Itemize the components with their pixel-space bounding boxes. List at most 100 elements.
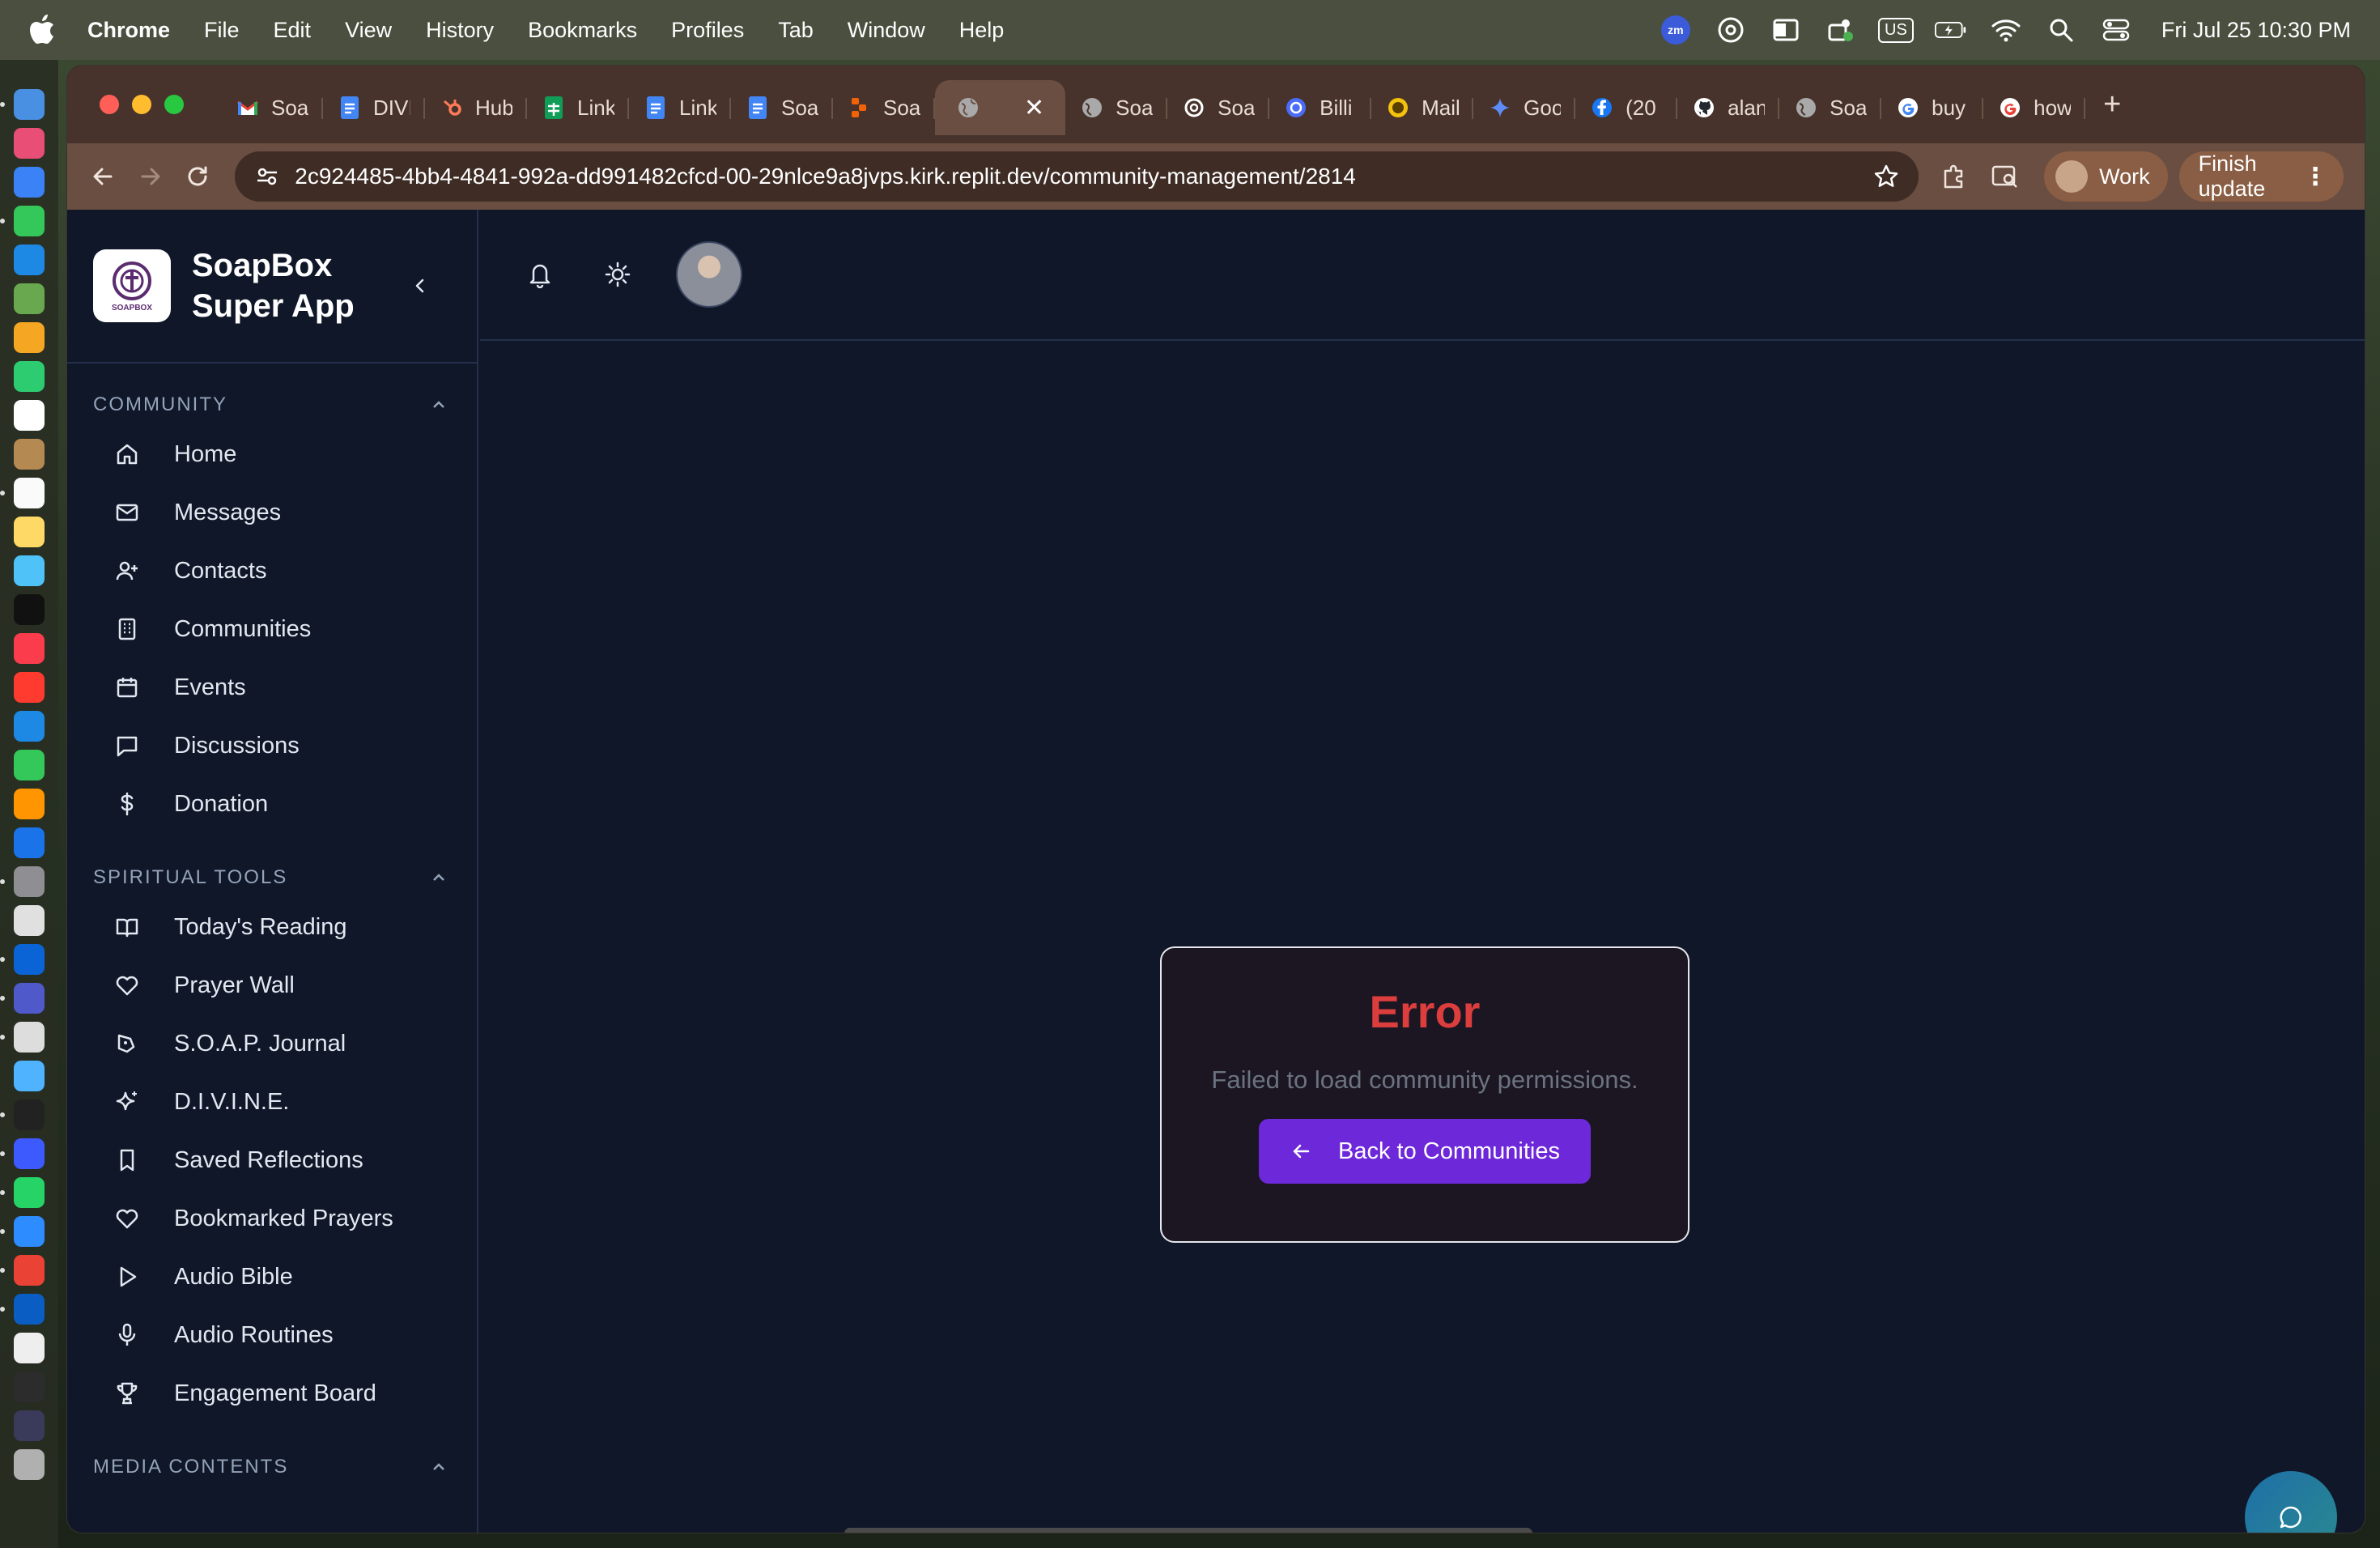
browser-tab[interactable]: how [1983, 80, 2086, 135]
sidebar-item-engagement-board[interactable]: Engagement Board [67, 1364, 477, 1423]
browser-tab[interactable]: Soa [731, 80, 833, 135]
minimize-window-button[interactable] [132, 95, 151, 114]
reload-icon[interactable] [183, 157, 212, 196]
sidebar-item-communities[interactable]: Communities [67, 600, 477, 658]
browser-tab[interactable]: Billi [1269, 80, 1372, 135]
menu-help[interactable]: Help [959, 18, 1005, 43]
maps-icon[interactable] [14, 283, 45, 314]
facetime-icon[interactable] [14, 361, 45, 392]
outlook-status-icon[interactable] [1770, 14, 1802, 46]
messages-app-icon[interactable] [0, 206, 45, 236]
browser-tab-active[interactable]: ✕ [935, 80, 1066, 135]
browser-tab[interactable]: Soa [833, 80, 935, 135]
apple-icon[interactable] [29, 14, 58, 46]
battery-icon[interactable] [1934, 14, 1967, 46]
chrome-app-icon[interactable] [0, 1255, 45, 1286]
browser-tab[interactable]: Link [629, 80, 731, 135]
keynote-icon[interactable] [14, 711, 45, 742]
site-settings-icon[interactable] [251, 160, 283, 193]
preview-icon[interactable] [0, 1022, 45, 1053]
profile-button[interactable]: Work [2044, 151, 2168, 202]
sidebar-item-soap-journal[interactable]: S.O.A.P. Journal [67, 1014, 477, 1073]
pages-icon[interactable] [14, 789, 45, 819]
user-avatar[interactable] [676, 241, 742, 308]
browser-tab[interactable]: buy [1881, 80, 1984, 135]
bell-icon[interactable] [521, 255, 559, 294]
whatsapp-icon[interactable] [0, 1177, 45, 1208]
menu-tab[interactable]: Tab [778, 18, 814, 43]
finish-update-button[interactable]: Finish update ⋮ [2178, 151, 2344, 202]
close-window-button[interactable] [100, 95, 119, 114]
numbers-icon[interactable] [14, 750, 45, 780]
mail-app-icon[interactable] [14, 245, 45, 275]
sidebar-item-prayer-wall[interactable]: Prayer Wall [67, 956, 477, 1014]
document-icon[interactable] [14, 1333, 45, 1363]
address-bar[interactable]: 2c924485-4bb4-4841-992a-dd991482cfcd-00-… [235, 151, 1919, 202]
menu-view[interactable]: View [345, 18, 392, 43]
browser-tab[interactable]: alan [1677, 80, 1780, 135]
tab-search-icon[interactable] [1991, 157, 2020, 196]
back-arrow-icon[interactable] [88, 157, 117, 196]
teams-app-icon[interactable] [0, 983, 45, 1014]
sidebar-item-events[interactable]: Events [67, 658, 477, 717]
utility-app-icon[interactable] [14, 905, 45, 936]
browser-tab[interactable]: Soa [1779, 80, 1882, 135]
sidebar-item-divine[interactable]: D.I.V.I.N.E. [67, 1073, 477, 1131]
music-icon[interactable] [14, 633, 45, 664]
horizontal-scrollbar[interactable] [844, 1528, 1532, 1533]
menu-history[interactable]: History [426, 18, 494, 43]
sidebar-item-donation[interactable]: Donation [67, 775, 477, 833]
window-preview-2-icon[interactable] [14, 1410, 45, 1441]
section-header-spiritual-tools[interactable]: SPIRITUAL TOOLS [67, 857, 477, 898]
trash-icon[interactable] [14, 1449, 45, 1480]
notes-icon[interactable] [14, 517, 45, 547]
calendar-app-icon[interactable] [14, 400, 45, 431]
section-header-media-contents[interactable]: MEDIA CONTENTS [67, 1447, 477, 1487]
outlook-app-icon[interactable] [0, 944, 45, 975]
menu-profiles[interactable]: Profiles [671, 18, 744, 43]
finder-alt-icon[interactable] [14, 1061, 45, 1091]
menu-edit[interactable]: Edit [274, 18, 312, 43]
browser-tab[interactable]: Soa [221, 80, 323, 135]
sidebar-item-messages[interactable]: Messages [67, 483, 477, 542]
menubar-clock[interactable]: Fri Jul 25 10:30 PM [2161, 18, 2351, 43]
system-settings-icon[interactable] [0, 866, 45, 897]
contacts-app-icon[interactable] [14, 439, 45, 470]
sidebar-item-bookmarked-prayers[interactable]: Bookmarked Prayers [67, 1189, 477, 1248]
sidebar-item-todays-reading[interactable]: Today's Reading [67, 898, 477, 956]
extensions-puzzle-icon[interactable] [1940, 157, 1969, 196]
at-sign-icon[interactable] [1715, 14, 1747, 46]
zoom-status-icon[interactable]: zm [1660, 14, 1692, 46]
menu-bookmarks[interactable]: Bookmarks [528, 18, 637, 43]
window-preview-icon[interactable] [14, 1372, 45, 1402]
browser-tab[interactable]: Soa [1167, 80, 1270, 135]
finder-icon[interactable] [0, 89, 45, 120]
freeform-icon[interactable] [14, 555, 45, 586]
forward-arrow-icon[interactable] [135, 157, 164, 196]
photos-icon[interactable] [14, 322, 45, 353]
menu-window[interactable]: Window [848, 18, 925, 43]
sidebar-item-discussions[interactable]: Discussions [67, 717, 477, 775]
bookmark-star-icon[interactable] [1870, 160, 1902, 193]
zoom-window-button[interactable] [164, 95, 184, 114]
close-tab-icon[interactable]: ✕ [1024, 94, 1044, 122]
browser-tab[interactable]: Mail [1371, 80, 1474, 135]
sidebar-item-audio-bible[interactable]: Audio Bible [67, 1248, 477, 1306]
safari-icon[interactable] [14, 167, 45, 198]
soapbox-logo[interactable]: SOAPBOX [93, 249, 171, 322]
sidebar-item-audio-routines[interactable]: Audio Routines [67, 1306, 477, 1364]
launchpad-icon[interactable] [14, 128, 45, 159]
browser-tab[interactable]: Goo [1473, 80, 1576, 135]
sidebar-item-home[interactable]: Home [67, 425, 477, 483]
back-to-communities-button[interactable]: Back to Communities [1259, 1119, 1591, 1184]
news-icon[interactable] [14, 672, 45, 703]
teams-status-icon[interactable] [1825, 14, 1857, 46]
new-tab-button[interactable]: + [2103, 87, 2121, 122]
browser-tab[interactable]: (20 [1575, 80, 1678, 135]
signal-icon[interactable] [0, 1138, 45, 1169]
terminal-icon[interactable] [0, 1099, 45, 1130]
browser-tab[interactable]: Hub [425, 80, 527, 135]
app-store-icon[interactable] [14, 827, 45, 858]
wifi-icon[interactable] [1990, 14, 2022, 46]
chat-fab-button[interactable] [2245, 1471, 2337, 1533]
